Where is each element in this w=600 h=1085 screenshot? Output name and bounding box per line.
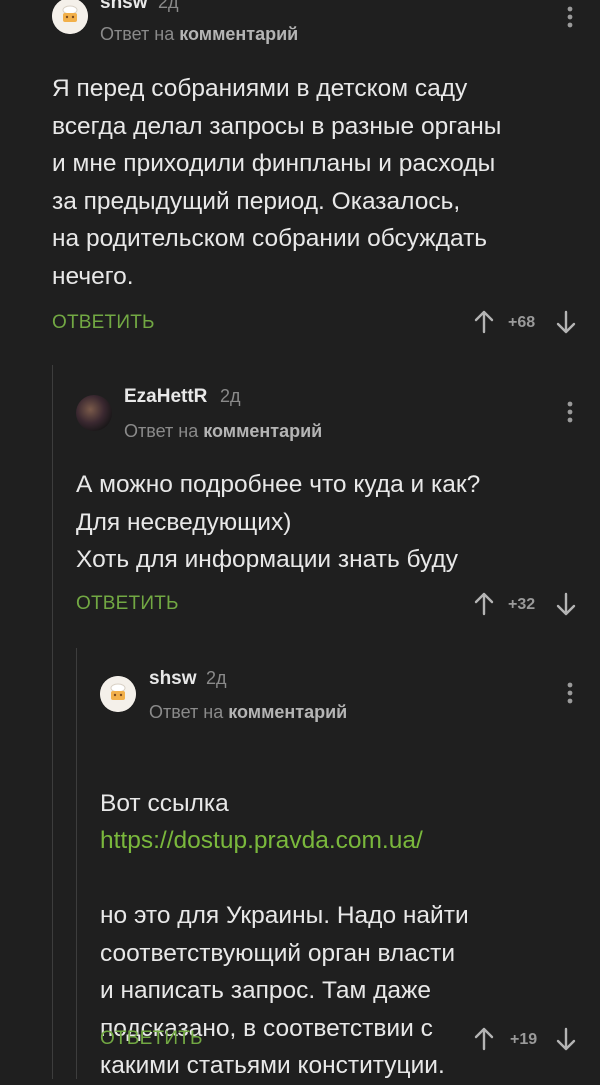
chef-avatar-icon: [100, 676, 136, 712]
reply-target-link[interactable]: комментарий: [179, 24, 298, 44]
timestamp: 2д: [158, 0, 179, 12]
reply-prefix: Ответ на: [100, 24, 175, 44]
rating: +19: [510, 1031, 538, 1048]
arrow-down-icon[interactable]: [556, 592, 576, 616]
comment-text: но это для Украины. Надо найти соответст…: [100, 902, 469, 1079]
reply-target-link[interactable]: комментарий: [203, 421, 322, 441]
avatar[interactable]: [52, 0, 88, 34]
reply-target-link[interactable]: комментарий: [228, 702, 347, 722]
reply-to-line: Ответ на комментарий: [149, 702, 347, 723]
reply-prefix: Ответ на: [124, 421, 199, 441]
reply-button[interactable]: ОТВЕТИТЬ: [76, 593, 179, 615]
avatar[interactable]: [100, 676, 136, 712]
username[interactable]: shsw: [149, 668, 197, 690]
arrow-up-icon[interactable]: [474, 310, 494, 334]
arrow-up-icon[interactable]: [474, 1027, 494, 1051]
chef-avatar-icon: [52, 0, 88, 34]
reply-button[interactable]: ОТВЕТИТЬ: [100, 1028, 203, 1050]
reply-button[interactable]: ОТВЕТИТЬ: [52, 312, 155, 334]
more-vertical-icon[interactable]: [560, 4, 580, 30]
timestamp: 2д: [220, 386, 241, 406]
comment-body: А можно подробнее что куда и как? Для не…: [76, 471, 481, 573]
more-vertical-icon[interactable]: [560, 399, 580, 425]
reply-to-line: Ответ на комментарий: [124, 421, 322, 442]
comment-text-line: Вот ссылка: [100, 789, 229, 817]
arrow-down-icon[interactable]: [556, 1027, 576, 1051]
thread-line-level-2: [76, 648, 77, 1079]
username[interactable]: EzaHettR: [124, 386, 207, 408]
reply-prefix: Ответ на: [149, 702, 224, 722]
timestamp: 2д: [206, 668, 227, 688]
more-vertical-icon[interactable]: [560, 680, 580, 706]
avatar[interactable]: [76, 395, 112, 431]
rating: +68: [508, 314, 536, 331]
arrow-up-icon[interactable]: [474, 592, 494, 616]
rating: +32: [508, 596, 536, 613]
reply-to-line: Ответ на комментарий: [100, 24, 298, 45]
comment-body: Я перед собраниями в детском саду всегда…: [52, 75, 502, 290]
comment-link[interactable]: https://dostup.pravda.com.ua/: [100, 822, 580, 860]
arrow-down-icon[interactable]: [556, 310, 576, 334]
username[interactable]: shsw: [100, 0, 148, 14]
thread-line-level-1: [52, 365, 53, 1079]
